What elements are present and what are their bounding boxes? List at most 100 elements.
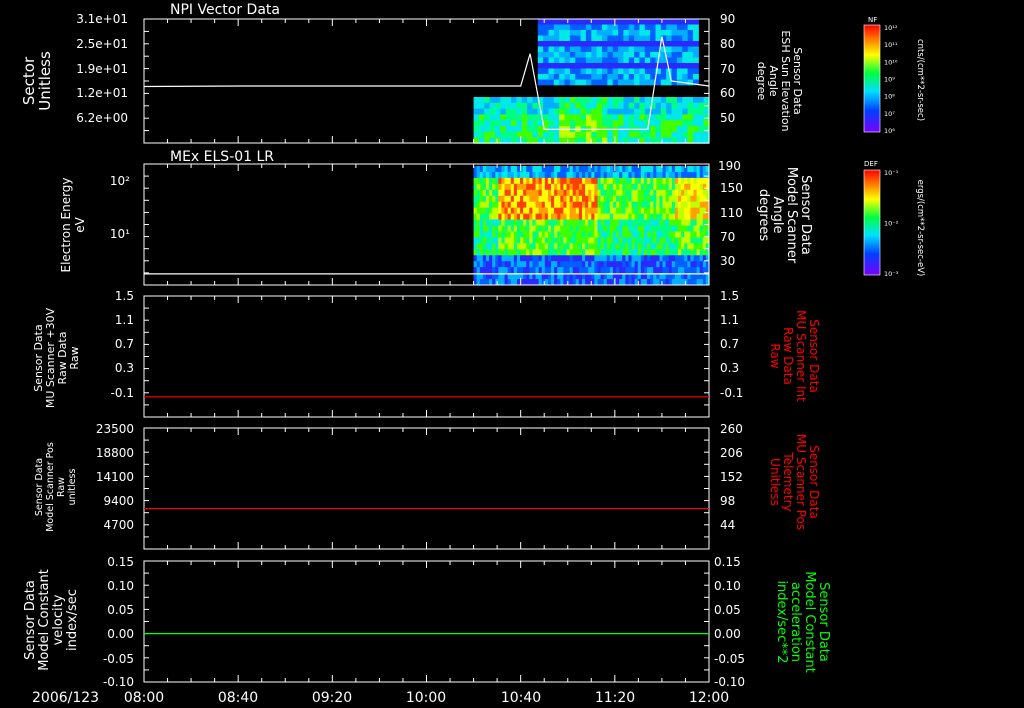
heatmap-cell xyxy=(596,35,603,42)
left-axis-label: Sensor Data Model Constant velocity inde… xyxy=(23,569,80,671)
plot-frame xyxy=(143,427,710,550)
heatmap-cell xyxy=(532,97,539,104)
heatmap-cell xyxy=(548,79,555,86)
heatmap-cell xyxy=(671,52,678,58)
heatmap-cell xyxy=(591,131,598,138)
heatmap-cell xyxy=(521,102,528,109)
heatmap-cell xyxy=(564,68,571,75)
heatmap-cell xyxy=(596,131,603,138)
heatmap-cell xyxy=(644,30,651,36)
heatmap-cell xyxy=(682,68,689,75)
heatmap-cell xyxy=(634,30,641,36)
heatmap-cell xyxy=(575,35,582,42)
heatmap-cell xyxy=(687,131,694,138)
heatmap-cell xyxy=(537,57,544,64)
heatmap-cell xyxy=(676,57,683,64)
heatmap-cell xyxy=(580,79,587,86)
heatmap-cell xyxy=(612,102,619,109)
heatmap-cell xyxy=(500,108,507,115)
heatmap-cell xyxy=(543,63,550,69)
heatmap-cell xyxy=(618,74,624,80)
heatmap-cell xyxy=(575,46,582,53)
heatmap-cell xyxy=(628,52,635,58)
heatmap-cell xyxy=(591,46,598,53)
heatmap-cell xyxy=(634,102,641,109)
heatmap-cell xyxy=(580,68,587,75)
heatmap-cell xyxy=(580,52,587,58)
heatmap-cell xyxy=(489,120,496,127)
heatmap-cell xyxy=(671,68,678,75)
heatmap-cell xyxy=(601,131,608,138)
heatmap-cell xyxy=(692,131,699,138)
heatmap-cell xyxy=(559,79,566,86)
heatmap-cell xyxy=(682,41,689,47)
heatmap-cell xyxy=(559,41,566,47)
heatmap-cell xyxy=(585,120,592,127)
right-axis-tick: 0.00 xyxy=(714,627,741,641)
heatmap-cell xyxy=(543,97,550,104)
heatmap-cell xyxy=(671,79,678,86)
right-axis-tick: 150 xyxy=(720,181,743,195)
heatmap-cell xyxy=(623,24,630,31)
heatmap-cell xyxy=(682,52,689,58)
heatmap-cell xyxy=(607,102,614,109)
heatmap-cell xyxy=(532,131,539,138)
heatmap-cell xyxy=(676,120,683,127)
heatmap-cell xyxy=(559,24,566,31)
left-axis-label: Sector Unitless xyxy=(20,51,54,111)
right-axis-tick: 152 xyxy=(720,470,743,484)
heatmap-cell xyxy=(607,52,614,58)
heatmap-cell xyxy=(618,102,624,109)
heatmap-cell xyxy=(623,57,630,64)
heatmap-cell xyxy=(580,102,587,109)
heatmap-cell xyxy=(660,131,667,138)
heatmap-cell xyxy=(634,35,641,42)
heatmap-cell xyxy=(559,120,566,127)
heatmap-cell xyxy=(650,114,657,121)
heatmap-cell xyxy=(591,57,598,64)
heatmap-cell xyxy=(692,68,699,75)
heatmap-cell xyxy=(682,131,689,138)
heatmap-cell xyxy=(692,19,699,25)
heatmap-cell xyxy=(639,97,646,104)
colorbar-tick-label: 10⁻² xyxy=(884,220,899,228)
heatmap-cell xyxy=(623,35,630,42)
heatmap-cell xyxy=(527,126,534,133)
right-axis-label-line: Sensor Data xyxy=(816,582,831,662)
heatmap-cell xyxy=(537,63,544,69)
heatmap-cell xyxy=(682,97,689,104)
heatmap-cell xyxy=(489,97,496,104)
heatmap-cell xyxy=(634,108,641,115)
heatmap-cell xyxy=(676,63,683,69)
multi-panel-time-series-figure: NPI Vector Data 3.1e+01 2.5e+01 1.9e+01 … xyxy=(20,2,925,706)
heatmap-cell xyxy=(569,131,576,138)
heatmap-cell xyxy=(585,131,592,138)
heatmap-cell xyxy=(553,74,560,80)
heatmap-cell xyxy=(666,97,673,104)
right-axis-tick: 190 xyxy=(718,159,741,173)
left-axis-tick: 10¹ xyxy=(110,227,130,241)
heatmap-cell xyxy=(612,24,619,31)
heatmap-cell xyxy=(543,114,550,121)
time-tick-label: 08:00 xyxy=(124,690,164,706)
heatmap-cell xyxy=(596,24,603,31)
heatmap-cell xyxy=(553,79,560,86)
heatmap-cell xyxy=(511,126,517,133)
heatmap-cell xyxy=(564,79,571,86)
panel-mex-els: MEx ELS-01 LR 10² 10¹ 190 150 110 70 30 … xyxy=(59,149,925,286)
heatmap-cell xyxy=(639,19,646,25)
heatmap-cell xyxy=(537,35,544,42)
heatmap-cell xyxy=(612,35,619,42)
heatmap-cell xyxy=(650,126,657,133)
heatmap-cell xyxy=(548,68,555,75)
left-axis-tick: 0.05 xyxy=(107,603,134,617)
heatmap-cell xyxy=(660,57,667,64)
heatmap-cell xyxy=(505,102,512,109)
heatmap-cell xyxy=(655,102,662,109)
heatmap-cell xyxy=(623,46,630,53)
right-axis-tick: 0.3 xyxy=(720,361,739,375)
heatmap-cell xyxy=(596,41,603,47)
heatmap-cell xyxy=(521,108,528,115)
heatmap-cell xyxy=(548,46,555,53)
heatmap-cell xyxy=(618,114,624,121)
